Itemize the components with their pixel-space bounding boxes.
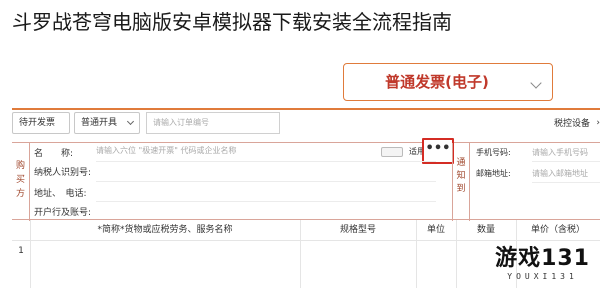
header-divider: [12, 108, 600, 110]
buyer-section-label: 购 买 方: [12, 143, 30, 221]
row-divider: [96, 201, 436, 202]
chevron-down-icon: [530, 77, 542, 89]
notify-section-label: 通 知 到: [452, 143, 470, 221]
order-number-input[interactable]: 请输入订单编号: [146, 112, 280, 134]
buyer-address-label: 地址、 电话:: [34, 189, 87, 199]
row-divider: [96, 181, 436, 182]
buyer-label-char: 购: [15, 161, 25, 171]
notify-label-char: 知: [456, 171, 466, 181]
buyer-tax-id-label: 纳税人识别号:: [34, 168, 92, 178]
phone-label: 手机号码:: [476, 148, 511, 157]
watermark-main: 游戏131: [495, 246, 590, 271]
buyer-label-char: 方: [15, 189, 25, 199]
column-header-spec: 规格型号: [339, 225, 376, 235]
column-header-quantity: 数量: [476, 225, 495, 235]
table-row-number: 1: [18, 246, 24, 256]
watermark-sub: YOUXI131: [507, 272, 578, 281]
invoice-app: 普通发票(电子) 待开发票 普通开具 请输入订单编号 税控设备 › 购 买 方 …: [0, 38, 600, 288]
invoice-type-value: 普通发票(电子): [385, 73, 489, 91]
chevron-right-icon[interactable]: ›: [596, 118, 600, 128]
column-header-unit-price: 单价（含税）: [530, 225, 585, 235]
row-divider: [532, 161, 600, 162]
column-header-name: *简称*货物或应税劳务、服务名称: [97, 225, 233, 235]
notify-label-char: 到: [456, 184, 466, 194]
row-divider: [532, 182, 600, 183]
notify-label-char: 通: [456, 158, 466, 168]
buyer-bank-label: 开户行及账号:: [34, 208, 92, 218]
buyer-section: 购 买 方 名 称: 请输入六位 "极速开票" 代码或企业名称 适用 ••• 纳…: [12, 138, 600, 221]
issue-kind-select[interactable]: 普通开具: [74, 112, 140, 134]
row-divider: [96, 161, 436, 162]
column-divider: [30, 220, 31, 288]
pending-invoices-button[interactable]: 待开发票: [12, 112, 70, 134]
issue-kind-value: 普通开具: [81, 118, 118, 128]
watermark-logo: 游戏131 YOUXI131: [495, 246, 590, 282]
page-title: 斗罗战苍穹电脑版安卓模拟器下载安装全流程指南: [12, 10, 452, 34]
buyer-label-char: 买: [15, 175, 25, 185]
apply-toggle[interactable]: [381, 147, 403, 157]
chevron-down-icon: [126, 117, 135, 126]
toolbar: 待开发票 普通开具 请输入订单编号 税控设备 ›: [12, 112, 600, 136]
column-divider: [456, 220, 457, 288]
column-header-unit: 单位: [426, 225, 445, 235]
email-label: 邮箱地址:: [476, 169, 511, 178]
email-input[interactable]: 请输入邮箱地址: [532, 168, 588, 179]
header-row-divider: [12, 240, 600, 241]
buyer-name-input[interactable]: 请输入六位 "极速开票" 代码或企业名称: [96, 144, 386, 158]
tax-device-label[interactable]: 税控设备: [554, 116, 590, 129]
buyer-name-label: 名 称:: [34, 149, 74, 159]
column-divider: [416, 220, 417, 288]
invoice-type-select[interactable]: 普通发票(电子): [343, 63, 553, 101]
phone-input[interactable]: 请输入手机号码: [532, 147, 588, 158]
column-divider: [300, 220, 301, 288]
